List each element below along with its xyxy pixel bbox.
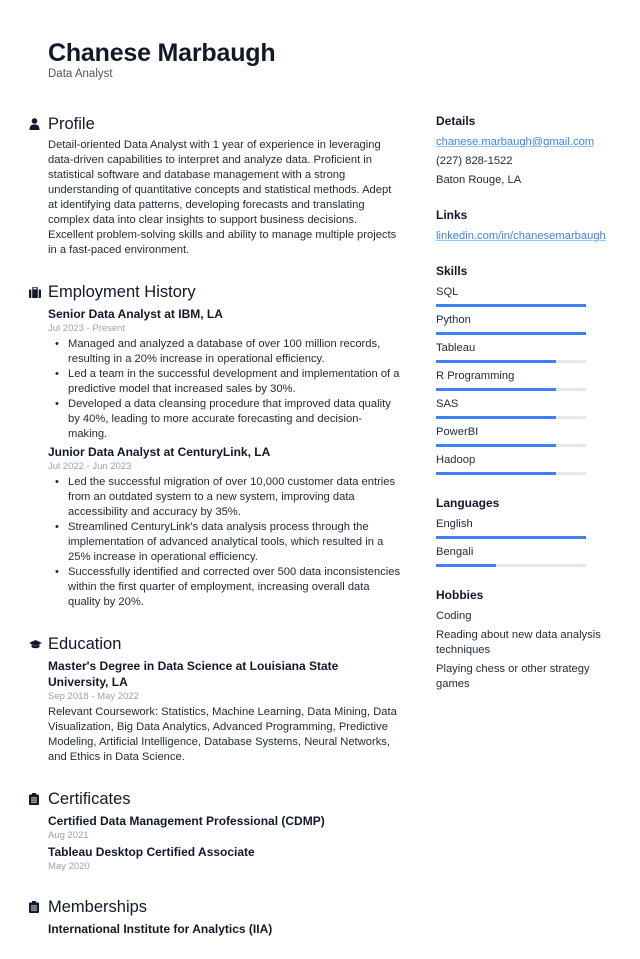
job-bullet: Led the successful migration of over 10,… <box>55 475 401 520</box>
clipboard-icon <box>29 793 48 805</box>
skill-item: SQL <box>436 285 616 307</box>
skill-level-bar <box>436 416 586 419</box>
skills-heading: Skills <box>436 264 468 278</box>
certificates-heading: Certificates <box>48 789 131 808</box>
profile-summary: Detail-oriented Data Analyst with 1 year… <box>48 139 397 256</box>
education-heading: Education <box>48 634 122 653</box>
skill-level-fill <box>436 304 586 307</box>
language-name: English <box>436 518 473 530</box>
job-bullet: Successfully identified and corrected ov… <box>55 565 401 610</box>
job-entry: Junior Data Analyst at CenturyLink, LA J… <box>48 444 401 610</box>
membership-title: International Institute for Analytics (I… <box>48 922 273 936</box>
job-bullet: Developed a data cleansing procedure tha… <box>55 397 401 442</box>
skill-item: R Programming <box>436 369 616 391</box>
job-bullet: Streamlined CenturyLink's data analysis … <box>55 520 401 565</box>
skill-item: Hadoop <box>436 453 616 475</box>
skill-name: SAS <box>436 398 459 410</box>
phone-number: (227) 828-1522 <box>436 155 513 167</box>
job-bullets: Led the successful migration of over 10,… <box>48 475 401 610</box>
languages-heading: Languages <box>436 496 500 510</box>
certificate-date: Aug 2021 <box>48 830 89 841</box>
details-section: Details chanese.marbaugh@gmail.com (227)… <box>436 113 616 187</box>
skill-level-bar <box>436 444 586 447</box>
skill-item: Tableau <box>436 341 616 363</box>
graduation-cap-icon <box>29 639 48 649</box>
job-entry: Senior Data Analyst at IBM, LA Jul 2023 … <box>48 306 401 442</box>
profile-heading: Profile <box>48 114 95 133</box>
job-dates: Jul 2022 - Jun 2023 <box>48 461 132 472</box>
skill-level-bar <box>436 360 586 363</box>
skill-level-fill <box>436 416 556 419</box>
job-dates: Jul 2023 - Present <box>48 323 126 334</box>
education-entry: Master's Degree in Data Science at Louis… <box>48 658 401 765</box>
certificates-section: Certificates Certified Data Management P… <box>29 787 401 873</box>
language-level-bar <box>436 564 586 567</box>
job-title: Junior Data Analyst at CenturyLink, LA <box>48 445 271 459</box>
details-heading: Details <box>436 114 476 128</box>
employment-heading: Employment History <box>48 282 196 301</box>
language-level-fill <box>436 564 496 567</box>
skill-name: R Programming <box>436 370 515 382</box>
skill-level-bar <box>436 304 586 307</box>
hobby-item: Reading about new data analysis techniqu… <box>436 629 601 656</box>
main-column: Profile Detail-oriented Data Analyst wit… <box>29 112 401 959</box>
skill-level-bar <box>436 332 586 335</box>
linkedin-link[interactable]: linkedin.com/in/chanesemarbaugh <box>436 230 606 242</box>
skills-section: Skills SQL Python Tableau R Programming SAS P… <box>436 263 616 475</box>
job-bullets: Managed and analyzed a database of over … <box>48 337 401 442</box>
skill-name: Hadoop <box>436 454 476 466</box>
certificate-date: May 2020 <box>48 861 90 872</box>
degree-description: Relevant Coursework: Statistics, Machine… <box>48 706 397 763</box>
skill-level-bar <box>436 472 586 475</box>
skill-level-fill <box>436 360 556 363</box>
links-heading: Links <box>436 208 468 222</box>
skill-name: SQL <box>436 286 459 298</box>
certificate-entry: Certified Data Management Professional (… <box>48 813 401 842</box>
hobbies-section: Hobbies Coding Reading about new data an… <box>436 587 616 692</box>
language-level-bar <box>436 536 586 539</box>
skill-name: PowerBI <box>436 426 479 438</box>
memberships-section: Memberships International Institute for … <box>29 895 401 937</box>
clipboard-icon <box>29 901 48 913</box>
candidate-name: Chanese Marbaugh <box>48 39 276 67</box>
certificate-title: Tableau Desktop Certified Associate <box>48 845 255 859</box>
education-section: Education Master's Degree in Data Scienc… <box>29 632 401 765</box>
employment-section: Employment History Senior Data Analyst a… <box>29 280 401 610</box>
language-level-fill <box>436 536 586 539</box>
languages-section: Languages English Bengali <box>436 495 616 567</box>
sidebar: Details chanese.marbaugh@gmail.com (227)… <box>436 113 616 712</box>
certificate-title: Certified Data Management Professional (… <box>48 814 325 828</box>
candidate-title: Data Analyst <box>48 68 113 80</box>
skill-level-fill <box>436 388 556 391</box>
skill-name: Tableau <box>436 342 476 354</box>
degree-title: Master's Degree in Data Science at Louis… <box>48 659 339 689</box>
job-bullet: Led a team in the successful development… <box>55 367 401 397</box>
hobby-item: Playing chess or other strategy games <box>436 663 590 690</box>
job-bullet: Managed and analyzed a database of over … <box>55 337 401 367</box>
skill-item: SAS <box>436 397 616 419</box>
skill-level-fill <box>436 332 586 335</box>
language-item: Bengali <box>436 545 616 567</box>
location: Baton Rouge, LA <box>436 174 522 186</box>
resume-header: Chanese Marbaugh Data Analyst <box>48 38 276 81</box>
degree-dates: Sep 2018 - May 2022 <box>48 691 139 702</box>
hobbies-heading: Hobbies <box>436 588 484 602</box>
memberships-heading: Memberships <box>48 897 148 916</box>
links-section: Links linkedin.com/in/chanesemarbaugh <box>436 207 616 243</box>
language-item: English <box>436 517 616 539</box>
profile-section: Profile Detail-oriented Data Analyst wit… <box>29 112 401 258</box>
person-icon <box>29 118 48 130</box>
email-link[interactable]: chanese.marbaugh@gmail.com <box>436 136 594 148</box>
skill-level-bar <box>436 388 586 391</box>
skill-item: Python <box>436 313 616 335</box>
skill-level-fill <box>436 472 556 475</box>
skill-item: PowerBI <box>436 425 616 447</box>
language-name: Bengali <box>436 546 474 558</box>
skill-level-fill <box>436 444 556 447</box>
certificate-entry: Tableau Desktop Certified Associate May … <box>48 844 401 873</box>
briefcase-icon <box>29 286 48 298</box>
hobby-item: Coding <box>436 610 472 622</box>
skill-name: Python <box>436 314 471 326</box>
job-title: Senior Data Analyst at IBM, LA <box>48 307 223 321</box>
